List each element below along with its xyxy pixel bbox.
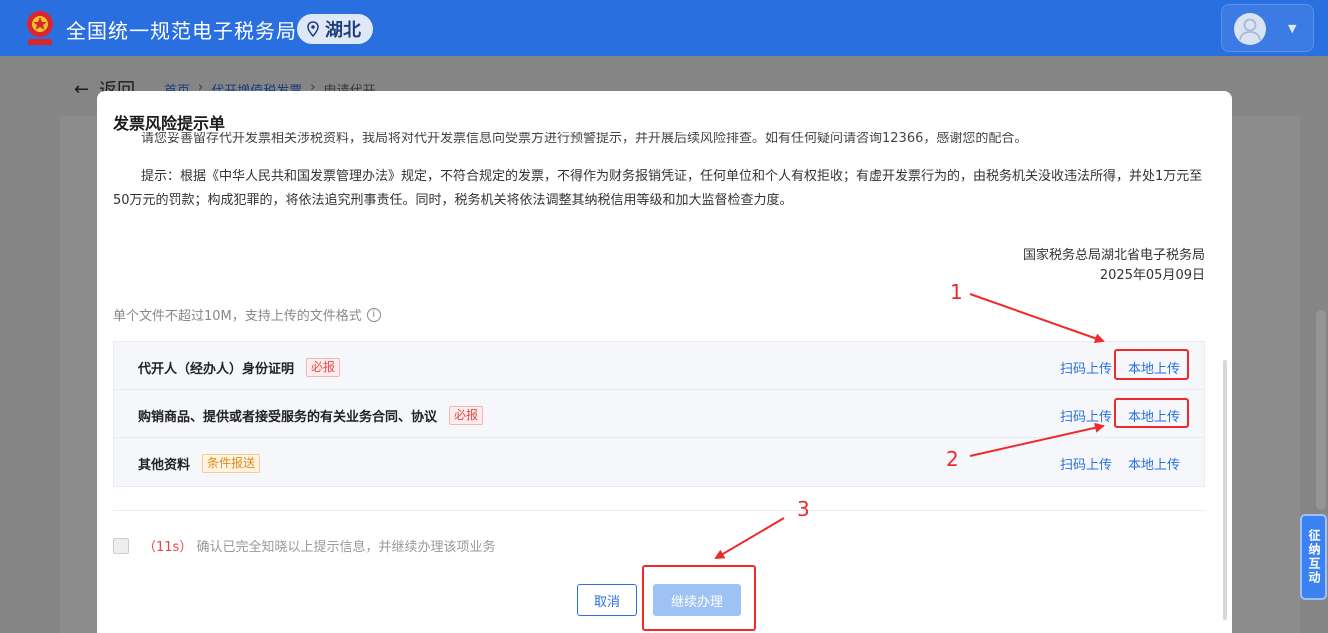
tax-emblem-icon: [27, 11, 53, 45]
divider: [113, 510, 1205, 511]
signature-org: 国家税务总局湖北省电子税务局: [1022, 248, 1205, 263]
required-badge: 必报: [449, 406, 484, 425]
info-icon[interactable]: i: [366, 307, 381, 322]
scan-upload-link[interactable]: 扫码上传: [1060, 454, 1112, 473]
row-label-text: 购销商品、提供或者接受服务的有关业务合同、协议: [138, 410, 438, 425]
avatar: [1234, 13, 1266, 45]
page-scrollbar[interactable]: [1316, 310, 1326, 510]
row-label-text: 其他资料: [138, 458, 191, 473]
location-pin-icon: [307, 21, 319, 37]
dialog-title: 发票风险提示单: [113, 110, 1213, 133]
cancel-button[interactable]: 取消: [577, 584, 637, 616]
notice-paragraph: 提示：根据《中华人民共和国发票管理办法》规定，不符合规定的发票，不得作为财务报销…: [113, 169, 1203, 208]
top-header: 全国统一规范电子税务局 湖北 ▼: [0, 0, 1328, 56]
signature-block: 国家税务总局湖北省电子税务局 2025年05月09日: [1023, 246, 1205, 286]
row-label: 代开人（经办人）身份证明 必报: [138, 358, 341, 377]
annotation-number-2: 2: [946, 447, 959, 471]
row-actions: 扫码上传 本地上传: [1060, 454, 1180, 473]
countdown-timer: （11s）: [143, 540, 193, 555]
signature-date: 2025年05月09日: [1099, 268, 1205, 283]
region-label: 湖北: [325, 20, 361, 41]
upload-hint: 单个文件不超过10M，支持上传的文件格式 i: [113, 305, 381, 324]
local-upload-link[interactable]: 本地上传: [1128, 454, 1180, 473]
risk-notice-dialog: 发票风险提示单 请您妥善留存代开发票相关涉税资料，我局将对代开发票信息向受票方进…: [97, 91, 1232, 633]
scan-upload-link[interactable]: 扫码上传: [1060, 406, 1112, 425]
annotation-box-3: [642, 565, 756, 631]
table-row: 代开人（经办人）身份证明 必报 扫码上传 本地上传: [114, 342, 1204, 390]
site-title: 全国统一规范电子税务局: [66, 19, 297, 43]
upload-hint-text: 单个文件不超过10M，支持上传的文件格式: [113, 309, 362, 324]
annotation-number-1: 1: [950, 280, 963, 304]
dialog-scrollbar[interactable]: [1223, 360, 1227, 620]
confirm-label: （11s） 确认已完全知晓以上提示信息，并继续办理该项业务: [143, 536, 495, 555]
region-selector[interactable]: 湖北: [297, 14, 373, 44]
chevron-down-icon: ▼: [1288, 22, 1297, 35]
scan-upload-link[interactable]: 扫码上传: [1060, 358, 1112, 377]
table-row: 其他资料 条件报送 扫码上传 本地上传: [114, 438, 1204, 486]
user-menu[interactable]: ▼: [1221, 4, 1314, 52]
confirm-row: （11s） 确认已完全知晓以上提示信息，并继续办理该项业务: [113, 536, 495, 555]
annotation-box-2: [1114, 398, 1189, 428]
confirm-text: 确认已完全知晓以上提示信息，并继续办理该项业务: [196, 540, 496, 555]
side-interaction-tab[interactable]: 征纳互动: [1300, 514, 1327, 600]
annotation-number-3: 3: [797, 497, 810, 521]
annotation-box-1: [1114, 349, 1189, 380]
upload-table: 代开人（经办人）身份证明 必报 扫码上传 本地上传 购销商品、提供或者接受服务的…: [113, 341, 1205, 487]
conditional-badge: 条件报送: [202, 454, 261, 473]
user-icon: [1239, 18, 1261, 41]
required-badge: 必报: [306, 358, 341, 377]
confirm-checkbox[interactable]: [113, 537, 129, 554]
row-label: 购销商品、提供或者接受服务的有关业务合同、协议 必报: [138, 406, 484, 425]
table-row: 购销商品、提供或者接受服务的有关业务合同、协议 必报 扫码上传 本地上传: [114, 390, 1204, 438]
row-label: 其他资料 条件报送: [138, 454, 261, 473]
row-label-text: 代开人（经办人）身份证明: [138, 362, 295, 377]
